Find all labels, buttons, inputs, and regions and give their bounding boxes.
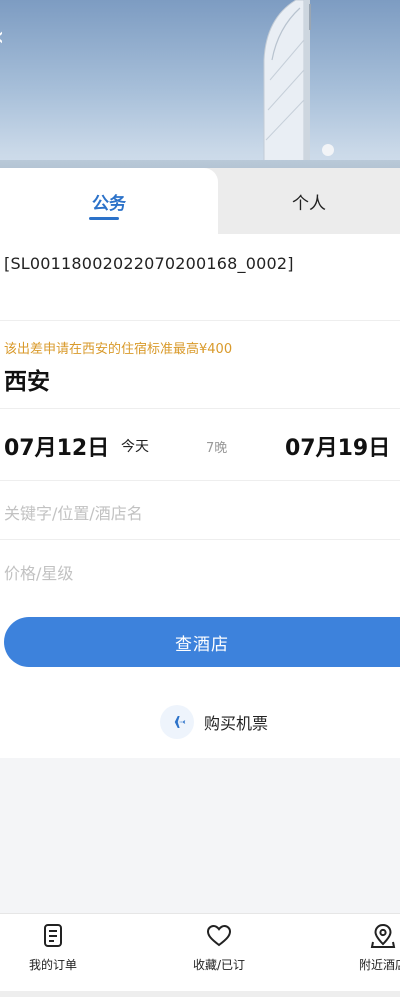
trip-type-tabs: 公务 个人 [0,168,400,234]
divider [0,539,400,540]
divider [0,480,400,481]
tab-business[interactable]: 公务 [0,168,218,234]
order-list-icon [44,924,62,947]
check-in-today-tag: 今天 [121,439,149,455]
divider [0,408,400,409]
standard-notice: 该出差申请在西安的住宿标准最高¥400 [4,342,233,357]
nav-my-orders[interactable]: 我的订单 [0,922,108,982]
check-in-date[interactable]: 07月12日 [4,430,109,462]
buy-flight-link[interactable]: 购买机票 [160,704,268,740]
price-star-filter[interactable]: 价格/星级 [4,560,400,584]
keyword-input[interactable]: 关键字/位置/酒店名 [4,500,400,524]
nav-my-orders-label: 我的订单 [28,958,77,972]
map-pin-icon [370,923,396,948]
nav-favorites[interactable]: 收藏/已订 [164,922,274,982]
search-hotel-button-label: 查酒店 [175,634,229,655]
buy-flight-label: 购买机票 [204,714,269,733]
building-illustration [263,0,334,168]
application-number[interactable]: [SL00118002022070200168_0002] [4,254,400,273]
nav-nearby-hotels[interactable]: 附近酒店 [328,922,400,982]
airplane-icon [160,705,194,739]
nav-nearby-hotels-label: 附近酒店 [358,958,400,972]
search-hotel-button[interactable]: 查酒店 [4,617,400,667]
check-out-date[interactable]: 07月19日 [285,430,390,462]
bottom-nav: 我的订单 收藏/已订 附近酒店 [0,913,400,997]
tab-business-label: 公务 [92,193,126,214]
date-range-selector[interactable]: 07月12日 今天 7晚 07月19日 [0,430,400,464]
hotel-search-card: [SL00118002022070200168_0002] 该出差申请在西安的住… [0,234,400,758]
heart-icon [206,924,232,947]
tab-personal-label: 个人 [292,193,326,214]
tab-active-indicator [89,217,119,220]
tab-personal[interactable]: 个人 [218,168,400,234]
back-chevron-icon[interactable]: ‹ [0,24,16,50]
divider [0,320,400,321]
nights-count: 7晚 [206,441,228,456]
city-selector[interactable]: 西安 [4,362,400,396]
nav-favorites-label: 收藏/已订 [192,958,246,972]
home-indicator-bar [0,991,400,997]
